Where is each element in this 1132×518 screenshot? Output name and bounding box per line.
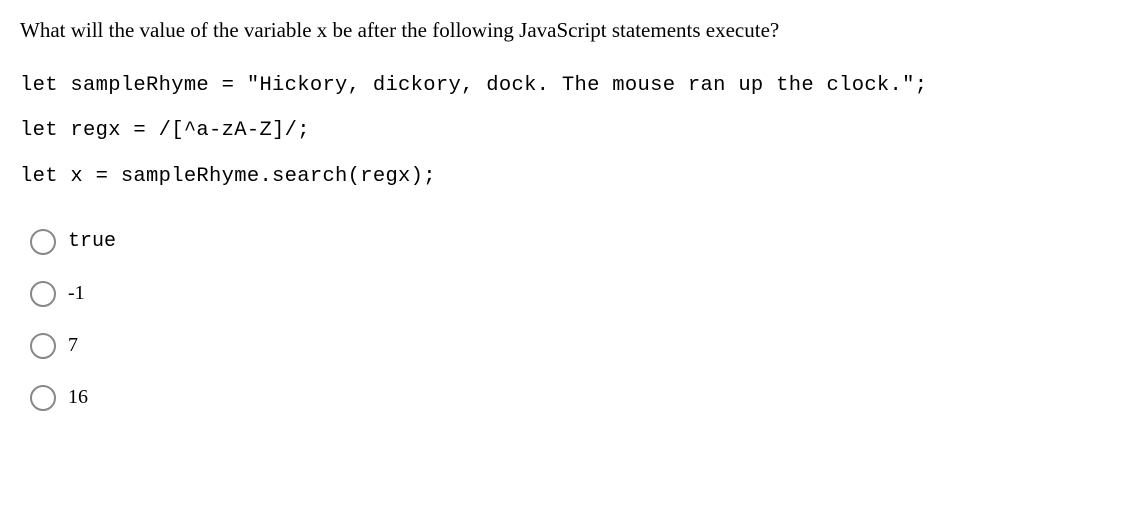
option-label: 16 xyxy=(68,386,88,409)
option-label: true xyxy=(68,230,116,253)
radio-icon[interactable] xyxy=(30,333,56,359)
option-0[interactable]: true xyxy=(30,229,1112,255)
code-line-3: let x = sampleRhyme.search(regx); xyxy=(20,165,436,188)
option-3[interactable]: 16 xyxy=(30,385,1112,411)
option-1[interactable]: -1 xyxy=(30,281,1112,307)
radio-icon[interactable] xyxy=(30,385,56,411)
question-text: What will the value of the variable x be… xyxy=(20,16,1112,45)
option-label: -1 xyxy=(68,282,85,305)
option-label: 7 xyxy=(68,334,78,357)
code-line-1: let sampleRhyme = "Hickory, dickory, doc… xyxy=(20,74,927,97)
option-2[interactable]: 7 xyxy=(30,333,1112,359)
code-block: let sampleRhyme = "Hickory, dickory, doc… xyxy=(20,63,1112,198)
options-group: true -1 7 16 xyxy=(30,229,1112,411)
radio-icon[interactable] xyxy=(30,229,56,255)
code-line-2: let regx = /[^a-zA-Z]/; xyxy=(20,119,310,142)
radio-icon[interactable] xyxy=(30,281,56,307)
